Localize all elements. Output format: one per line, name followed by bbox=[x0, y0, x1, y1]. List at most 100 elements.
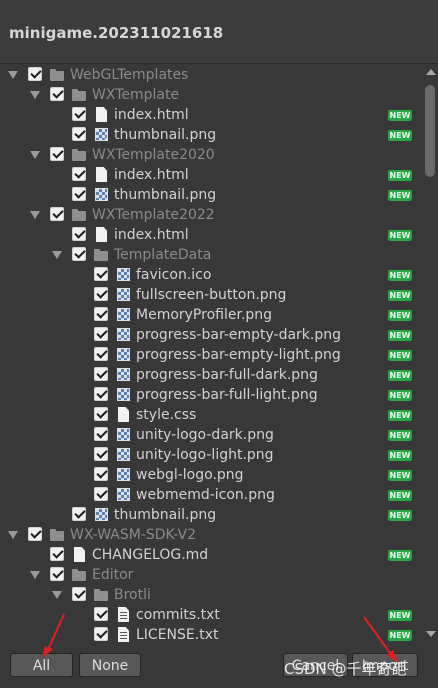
include-checkbox[interactable] bbox=[94, 287, 108, 301]
image-file-icon bbox=[116, 327, 130, 343]
tree-item-label: WebGLTemplates bbox=[70, 67, 189, 83]
tree-file-row[interactable]: progress-bar-empty-light.png NEW bbox=[0, 345, 422, 365]
new-badge: NEW bbox=[388, 310, 412, 321]
tree-file-row[interactable]: unity-logo-light.png NEW bbox=[0, 445, 422, 465]
include-checkbox[interactable] bbox=[94, 407, 108, 421]
include-checkbox[interactable] bbox=[50, 207, 64, 221]
tree-file-row[interactable]: favicon.ico NEW bbox=[0, 265, 422, 285]
tree-file-row[interactable]: index.html NEW bbox=[0, 105, 422, 125]
expand-arrow-icon[interactable] bbox=[30, 151, 40, 159]
tree-folder-row[interactable]: Editor bbox=[0, 565, 422, 585]
expand-arrow-icon[interactable] bbox=[30, 91, 40, 99]
include-checkbox[interactable] bbox=[94, 627, 108, 641]
expand-arrow-icon[interactable] bbox=[8, 531, 18, 539]
folder-icon bbox=[72, 567, 86, 583]
image-file-icon bbox=[116, 387, 130, 403]
tree-item-label: WXTemplate2020 bbox=[92, 147, 215, 163]
include-checkbox[interactable] bbox=[72, 107, 86, 121]
include-checkbox[interactable] bbox=[50, 567, 64, 581]
expand-arrow-icon[interactable] bbox=[30, 211, 40, 219]
include-checkbox[interactable] bbox=[28, 527, 42, 541]
document-icon bbox=[72, 547, 86, 563]
include-checkbox[interactable] bbox=[94, 487, 108, 501]
tree-item-label: Brotli bbox=[114, 587, 151, 603]
tree-file-row[interactable]: progress-bar-full-dark.png NEW bbox=[0, 365, 422, 385]
select-none-button[interactable]: None bbox=[79, 653, 141, 677]
tree-file-row[interactable]: thumbnail.png NEW bbox=[0, 505, 422, 525]
tree-file-row[interactable]: webmemd-icon.png NEW bbox=[0, 485, 422, 505]
tree-folder-row[interactable]: WXTemplate2020 bbox=[0, 145, 422, 165]
document-icon bbox=[94, 107, 108, 123]
tree-file-row[interactable]: progress-bar-full-light.png NEW bbox=[0, 385, 422, 405]
include-checkbox[interactable] bbox=[94, 307, 108, 321]
tree-folder-row[interactable]: WXTemplate bbox=[0, 85, 422, 105]
tree-item-label: progress-bar-empty-dark.png bbox=[136, 327, 342, 343]
include-checkbox[interactable] bbox=[50, 547, 64, 561]
expand-arrow-icon[interactable] bbox=[52, 591, 62, 599]
vertical-scrollbar[interactable] bbox=[422, 65, 438, 645]
include-checkbox[interactable] bbox=[72, 227, 86, 241]
include-checkbox[interactable] bbox=[72, 127, 86, 141]
tree-file-row[interactable]: CHANGELOG.md NEW bbox=[0, 545, 422, 565]
tree-file-row[interactable]: webgl-logo.png NEW bbox=[0, 465, 422, 485]
include-checkbox[interactable] bbox=[94, 427, 108, 441]
tree-folder-row[interactable]: TemplateData bbox=[0, 245, 422, 265]
tree-item-label: TemplateData bbox=[114, 247, 212, 263]
tree-folder-row[interactable]: WebGLTemplates bbox=[0, 65, 422, 85]
tree-item-label: Editor bbox=[92, 567, 134, 583]
folder-icon bbox=[72, 87, 86, 103]
include-checkbox[interactable] bbox=[50, 87, 64, 101]
tree-item-label: index.html bbox=[114, 107, 189, 123]
image-file-icon bbox=[94, 187, 108, 203]
new-badge: NEW bbox=[388, 190, 412, 201]
include-checkbox[interactable] bbox=[94, 387, 108, 401]
include-checkbox[interactable] bbox=[94, 267, 108, 281]
tree-file-row[interactable]: thumbnail.png NEW bbox=[0, 125, 422, 145]
include-checkbox[interactable] bbox=[50, 147, 64, 161]
tree-file-row[interactable]: index.html NEW bbox=[0, 225, 422, 245]
folder-icon bbox=[94, 587, 108, 603]
tree-item-label: index.html bbox=[114, 227, 189, 243]
tree-folder-row[interactable]: WX-WASM-SDK-V2 bbox=[0, 525, 422, 545]
include-checkbox[interactable] bbox=[94, 347, 108, 361]
scrollbar-thumb[interactable] bbox=[425, 85, 435, 177]
scroll-up-arrow-icon[interactable] bbox=[426, 69, 436, 75]
expand-arrow-icon[interactable] bbox=[30, 571, 40, 579]
tree-file-row[interactable]: index.html NEW bbox=[0, 165, 422, 185]
tree-file-row[interactable]: unity-logo-dark.png NEW bbox=[0, 425, 422, 445]
include-checkbox[interactable] bbox=[28, 67, 42, 81]
include-checkbox[interactable] bbox=[72, 247, 86, 261]
include-checkbox[interactable] bbox=[94, 607, 108, 621]
expand-arrow-icon[interactable] bbox=[8, 71, 18, 79]
include-checkbox[interactable] bbox=[94, 467, 108, 481]
include-checkbox[interactable] bbox=[94, 447, 108, 461]
include-checkbox[interactable] bbox=[72, 187, 86, 201]
tree-folder-row[interactable]: WXTemplate2022 bbox=[0, 205, 422, 225]
tree-item-label: MemoryProfiler.png bbox=[136, 307, 273, 323]
tree-file-row[interactable]: thumbnail.png NEW bbox=[0, 185, 422, 205]
window-header: minigame.202311021618 bbox=[0, 0, 438, 64]
expand-arrow-icon[interactable] bbox=[52, 251, 62, 259]
include-checkbox[interactable] bbox=[72, 587, 86, 601]
include-checkbox[interactable] bbox=[72, 507, 86, 521]
scroll-down-arrow-icon[interactable] bbox=[426, 631, 436, 637]
tree-item-label: style.css bbox=[136, 407, 197, 423]
tree-file-row[interactable]: progress-bar-empty-dark.png NEW bbox=[0, 325, 422, 345]
image-file-icon bbox=[116, 427, 130, 443]
new-badge: NEW bbox=[388, 290, 412, 301]
tree-item-label: WX-WASM-SDK-V2 bbox=[70, 527, 196, 543]
include-checkbox[interactable] bbox=[94, 367, 108, 381]
tree-file-row[interactable]: fullscreen-button.png NEW bbox=[0, 285, 422, 305]
new-badge: NEW bbox=[388, 370, 412, 381]
tree-file-row[interactable]: MemoryProfiler.png NEW bbox=[0, 305, 422, 325]
tree-folder-row[interactable]: Brotli bbox=[0, 585, 422, 605]
document-icon bbox=[94, 227, 108, 243]
tree-item-label: fullscreen-button.png bbox=[136, 287, 287, 303]
include-checkbox[interactable] bbox=[94, 327, 108, 341]
tree-file-row[interactable]: style.css NEW bbox=[0, 405, 422, 425]
new-badge: NEW bbox=[388, 330, 412, 341]
tree-item-label: WXTemplate bbox=[92, 87, 180, 103]
include-checkbox[interactable] bbox=[72, 167, 86, 181]
document-icon bbox=[94, 167, 108, 183]
tree-item-label: commits.txt bbox=[136, 607, 220, 623]
